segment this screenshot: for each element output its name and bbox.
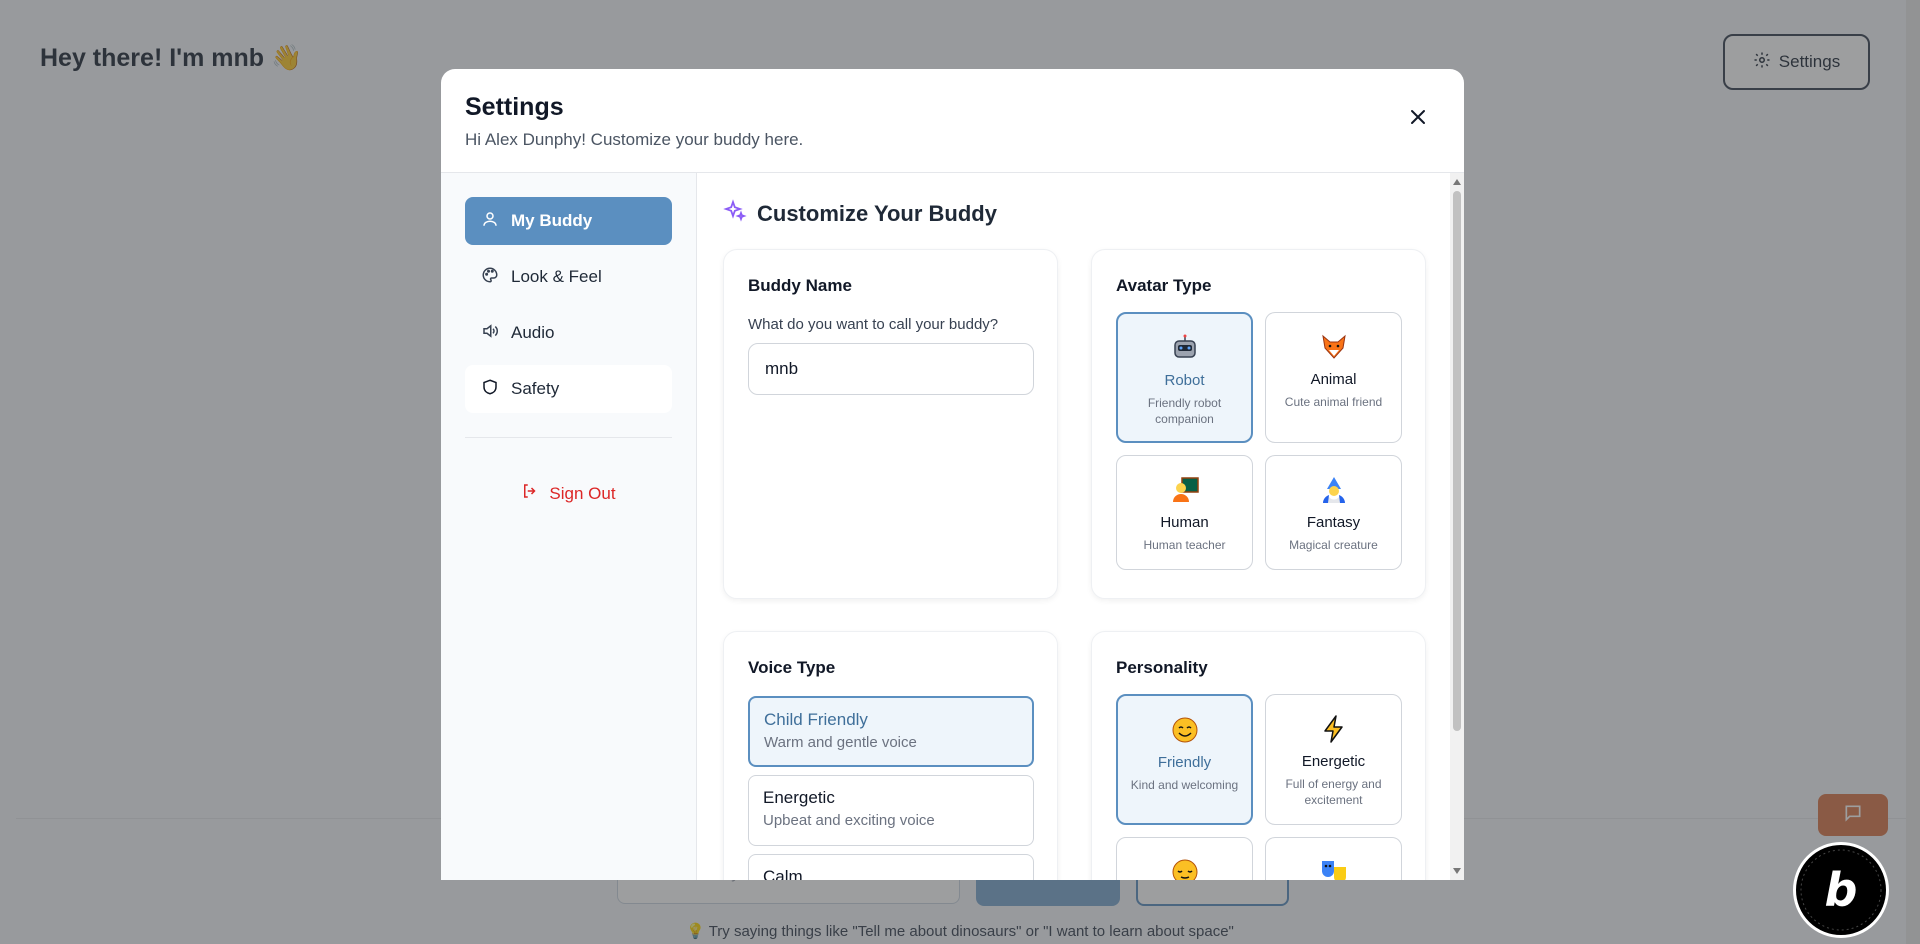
option-name: Animal <box>1310 371 1357 388</box>
theater-masks-icon <box>1272 854 1395 880</box>
speaker-icon <box>481 322 499 345</box>
content-heading: Customize Your Buddy <box>723 199 1464 229</box>
personality-title: Personality <box>1116 658 1208 677</box>
sign-out-icon <box>521 482 539 505</box>
modal-subtitle: Hi Alex Dunphy! Customize your buddy her… <box>465 130 804 149</box>
lightning-icon <box>1272 711 1395 747</box>
close-icon <box>1411 110 1425 124</box>
sparkles-icon <box>723 199 747 229</box>
sidebar-item-label: Safety <box>511 379 560 398</box>
wizard-icon <box>1272 472 1395 508</box>
avatar-options: Robot Friendly robot companion Animal Cu… <box>1116 312 1402 570</box>
bolt-badge-ring-icon <box>1800 849 1882 931</box>
relieved-face-icon <box>1123 854 1246 880</box>
option-desc: Human teacher <box>1143 538 1226 552</box>
sidebar-item-look-feel[interactable]: Look & Feel <box>465 253 672 301</box>
teacher-icon <box>1123 472 1246 508</box>
voice-name: Child Friendly <box>764 710 868 729</box>
modal-title: Settings <box>465 93 564 121</box>
voice-option-energetic[interactable]: Energetic Upbeat and exciting voice <box>748 775 1034 846</box>
settings-modal: Settings Hi Alex Dunphy! Customize your … <box>441 69 1464 880</box>
voice-option-child-friendly[interactable]: Child Friendly Warm and gentle voice <box>748 696 1034 767</box>
user-icon <box>481 210 499 233</box>
option-desc: Cute animal friend <box>1284 395 1383 409</box>
modal-header: Settings Hi Alex Dunphy! Customize your … <box>441 69 1464 173</box>
voice-name: Calm <box>763 867 803 880</box>
buddy-name-title: Buddy Name <box>748 276 852 295</box>
sidebar-item-my-buddy[interactable]: My Buddy <box>465 197 672 245</box>
smile-icon <box>1124 712 1245 748</box>
option-name: Fantasy <box>1306 514 1361 531</box>
sidebar-item-safety[interactable]: Safety <box>465 365 672 413</box>
sidebar-item-label: Audio <box>511 323 555 342</box>
bolt-badge[interactable]: b <box>1793 842 1889 938</box>
sign-out-button[interactable]: Sign Out <box>465 482 672 505</box>
option-name: Friendly <box>1157 754 1212 771</box>
avatar-option-human[interactable]: Human Human teacher <box>1116 455 1253 570</box>
buddy-name-label: What do you want to call your buddy? <box>748 316 999 333</box>
voice-desc: Upbeat and exciting voice <box>763 812 935 829</box>
avatar-type-card: Avatar Type Robot Friendly robot compani… <box>1091 249 1426 599</box>
scrollbar-thumb[interactable] <box>1453 191 1461 731</box>
close-button[interactable] <box>1406 105 1430 129</box>
robot-icon <box>1124 330 1245 366</box>
personality-option-playful[interactable] <box>1265 837 1402 880</box>
content-scrollbar[interactable] <box>1450 173 1464 880</box>
option-desc: Kind and welcoming <box>1130 778 1239 792</box>
personality-options: Friendly Kind and welcoming Energetic Fu… <box>1116 694 1402 880</box>
option-name: Human <box>1160 514 1209 531</box>
personality-option-friendly[interactable]: Friendly Kind and welcoming <box>1116 694 1253 825</box>
personality-option-energetic[interactable]: Energetic Full of energy and excitement <box>1265 694 1402 825</box>
fox-icon <box>1272 329 1395 365</box>
personality-option-calm[interactable] <box>1116 837 1253 880</box>
sidebar-item-label: My Buddy <box>511 211 593 230</box>
avatar-option-robot[interactable]: Robot Friendly robot companion <box>1116 312 1253 443</box>
personality-card: Personality Friendly Kind and welcoming <box>1091 631 1426 880</box>
voice-name: Energetic <box>763 788 835 807</box>
avatar-option-fantasy[interactable]: Fantasy Magical creature <box>1265 455 1402 570</box>
sidebar-item-audio[interactable]: Audio <box>465 309 672 357</box>
option-desc: Full of energy and excitement <box>1285 777 1382 807</box>
buddy-name-card: Buddy Name What do you want to call your… <box>723 249 1058 599</box>
buddy-name-input[interactable] <box>748 343 1034 395</box>
palette-icon <box>481 266 499 289</box>
content-title: Customize Your Buddy <box>757 201 997 226</box>
settings-sidebar: My Buddy Look & Feel Audio Safety Sign O… <box>441 173 697 880</box>
voice-option-calm[interactable]: Calm <box>748 854 1034 880</box>
voice-type-card: Voice Type Child Friendly Warm and gentl… <box>723 631 1058 880</box>
option-name: Robot <box>1164 372 1205 389</box>
voice-options: Child Friendly Warm and gentle voice Ene… <box>748 696 1034 880</box>
shield-icon <box>481 378 499 401</box>
avatar-option-animal[interactable]: Animal Cute animal friend <box>1265 312 1402 443</box>
sidebar-divider <box>465 437 672 438</box>
scroll-down-icon[interactable] <box>1453 868 1461 874</box>
voice-type-title: Voice Type <box>748 658 836 677</box>
settings-content: Customize Your Buddy Buddy Name What do … <box>697 173 1464 880</box>
option-desc: Friendly robot companion <box>1147 396 1222 426</box>
modal-body: My Buddy Look & Feel Audio Safety Sign O… <box>441 173 1464 880</box>
avatar-type-title: Avatar Type <box>1116 276 1212 295</box>
sidebar-item-label: Look & Feel <box>511 267 602 286</box>
voice-desc: Warm and gentle voice <box>764 734 917 751</box>
option-desc: Magical creature <box>1289 538 1378 552</box>
scroll-up-icon[interactable] <box>1453 179 1461 185</box>
option-name: Energetic <box>1301 753 1366 770</box>
sign-out-label: Sign Out <box>549 483 616 503</box>
